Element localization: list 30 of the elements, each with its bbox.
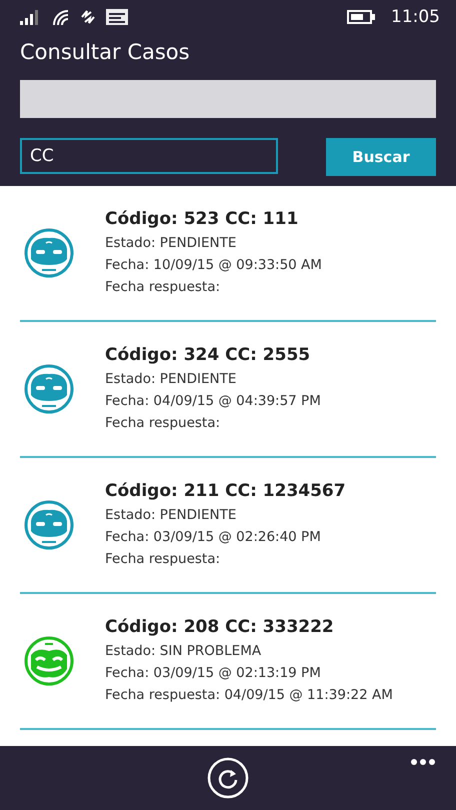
search-field[interactable]: CC: [20, 138, 278, 174]
data-sync-icon: [80, 8, 96, 24]
case-response-date: Fecha respuesta:: [105, 278, 222, 296]
case-item[interactable]: Código: 208 CC: 333222 Estado: SIN PROBLEMA Fecha: 03/09/15 @ 02:13:19 PM Fecha respuesta: 04/09/15 @ 11:39:22 AM: [20, 594, 436, 730]
wifi-icon: [52, 8, 70, 24]
case-response-date: Fecha respuesta:: [105, 550, 222, 568]
case-status: Estado: PENDIENTE: [105, 234, 238, 252]
message-icon: [106, 8, 128, 24]
case-title: Código: 211 CC: 1234567: [105, 480, 346, 500]
text-field[interactable]: [20, 80, 436, 118]
clock-time: 11:05: [391, 6, 440, 26]
case-item[interactable]: Código: 211 CC: 1234567 Estado: PENDIENTE Fecha: 03/09/15 @ 02:26:40 PM Fecha respuesta:: [20, 458, 436, 594]
case-item[interactable]: Código: 324 CC: 2555 Estado: PENDIENTE Fecha: 04/09/15 @ 04:39:57 PM Fecha respuesta:: [20, 322, 436, 458]
refresh-button[interactable]: [207, 757, 249, 799]
case-date: Fecha: 04/09/15 @ 04:39:57 PM: [105, 392, 321, 410]
battery-icon: [347, 10, 375, 24]
case-title: Código: 324 CC: 2555: [105, 344, 312, 364]
case-date: Fecha: 03/09/15 @ 02:13:19 PM: [105, 664, 322, 682]
case-date: Fecha: 10/09/15 @ 09:33:50 AM: [105, 256, 322, 274]
case-status: Estado: PENDIENTE: [105, 370, 238, 388]
case-title: Código: 208 CC: 333222: [105, 616, 335, 636]
case-status: Estado: PENDIENTE: [105, 506, 238, 524]
more-options-icon[interactable]: [410, 758, 436, 766]
page-title: Consultar Casos: [20, 40, 191, 66]
case-item[interactable]: Código: 523 CC: 111 Estado: PENDIENTE Fecha: 10/09/15 @ 09:33:50 AM Fecha respuesta:: [20, 186, 436, 322]
case-title: Código: 523 CC: 111: [105, 208, 300, 228]
case-response-date: Fecha respuesta:: [105, 414, 222, 432]
case-date: Fecha: 03/09/15 @ 02:26:40 PM: [105, 528, 322, 546]
case-response-date: Fecha respuesta: 04/09/15 @ 11:39:22 AM: [105, 686, 393, 704]
case-status: Estado: SIN PROBLEMA: [105, 642, 262, 660]
